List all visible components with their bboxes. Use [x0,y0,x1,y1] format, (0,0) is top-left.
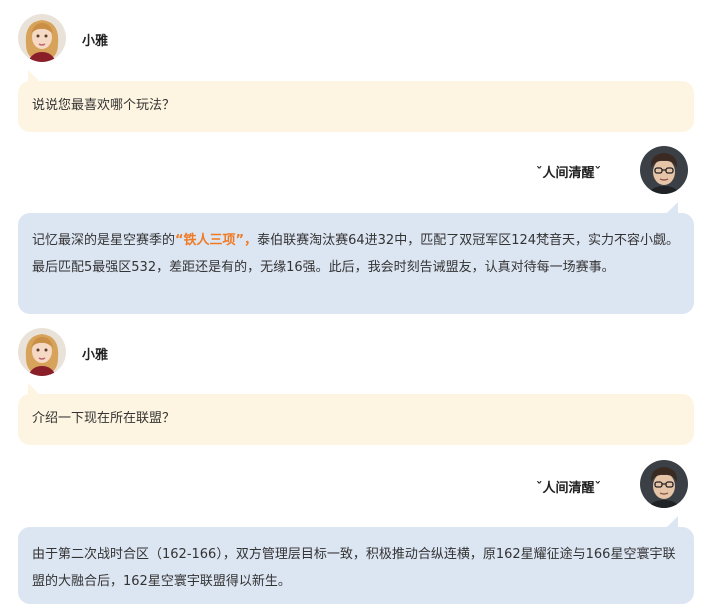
message-text: 由于第二次战时合区（162-166），双方管理层目标一致，积极推动合纵连横，原1… [32,547,676,589]
message-bubble: 记忆最深的是星空赛季的“铁人三项”，泰伯联赛淘汰赛64进32中，匹配了双冠军区1… [18,213,694,314]
message-text: 介绍一下现在所在联盟？ [32,411,176,426]
message-bubble: 介绍一下现在所在联盟？ [18,394,694,445]
message-bubble: 由于第二次战时合区（162-166），双方管理层目标一致，积极推动合纵连横，原1… [18,527,694,604]
speaker-name: ˇ人间清醒ˇ [536,166,602,181]
girl-avatar-icon [18,14,66,62]
girl-avatar-icon [18,328,66,376]
speaker-name: ˇ人间清醒ˇ [536,481,602,496]
message-text: 说说您最喜欢哪个玩法？ [32,98,176,113]
avatar-renjianqingxing [640,146,688,194]
message-text-before: 记忆最深的是星空赛季的 [32,233,176,248]
highlight-text: “铁人三项”， [175,233,258,248]
speaker-name: 小雅 [82,34,109,49]
boy-avatar-icon [640,146,688,194]
message-bubble: 说说您最喜欢哪个玩法？ [18,81,694,132]
boy-avatar-icon [640,460,688,508]
avatar-renjianqingxing [640,460,688,508]
speaker-name: 小雅 [82,348,109,363]
avatar-xiaoya [18,328,66,376]
avatar-xiaoya [18,14,66,62]
